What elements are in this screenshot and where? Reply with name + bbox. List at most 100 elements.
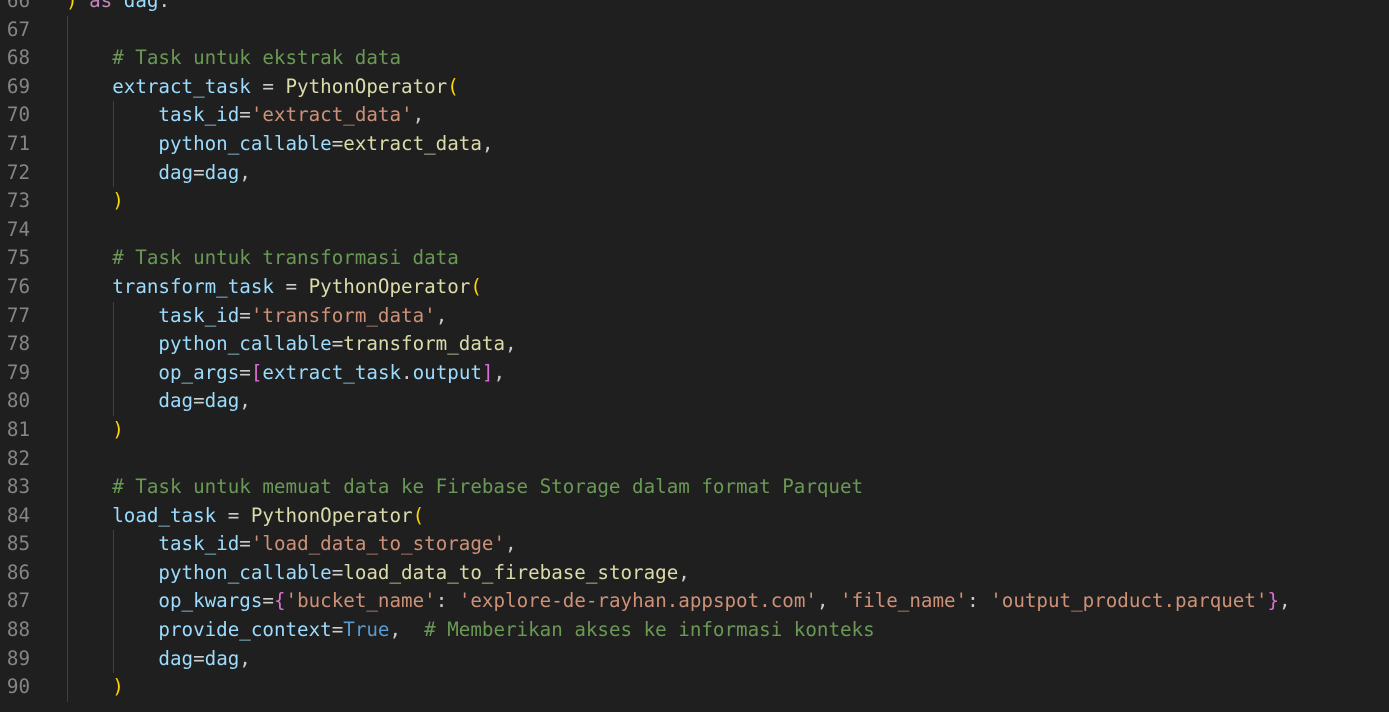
line-number: 81 bbox=[6, 417, 30, 441]
line-code: task_id='transform_data', bbox=[66, 302, 447, 331]
code-line[interactable]: 82 bbox=[0, 444, 1389, 474]
code-token: ( bbox=[412, 503, 425, 527]
line-code: load_task = PythonOperator( bbox=[66, 502, 424, 531]
code-line[interactable]: 78 python_callable=transform_data, bbox=[0, 330, 1389, 359]
line-code: # Task untuk ekstrak data bbox=[66, 44, 401, 73]
code-token: PythonOperator bbox=[250, 503, 413, 527]
line-number: 86 bbox=[6, 560, 30, 584]
code-token: dag bbox=[158, 160, 194, 184]
code-line[interactable]: 73 ) bbox=[0, 187, 1389, 216]
code-line[interactable]: 88 provide_context=True, # Memberikan ak… bbox=[0, 616, 1389, 645]
code-token: = bbox=[239, 303, 251, 327]
line-number: 84 bbox=[6, 503, 30, 527]
code-line[interactable]: 68 # Task untuk ekstrak data bbox=[0, 44, 1389, 73]
code-token: extract_task bbox=[262, 360, 402, 384]
code-token: : bbox=[967, 589, 991, 613]
code-line[interactable]: 71 python_callable=extract_data, bbox=[0, 129, 1389, 159]
code-token: = bbox=[331, 618, 344, 642]
code-token: , bbox=[239, 389, 251, 413]
line-number: 67 bbox=[6, 17, 30, 41]
line-code: # Task untuk transformasi data bbox=[66, 244, 459, 273]
code-token: = bbox=[193, 160, 205, 184]
code-token: [ bbox=[250, 360, 263, 384]
code-token: transform_data bbox=[343, 332, 505, 356]
line-code: ) as dag: bbox=[66, 0, 170, 16]
code-token: = bbox=[331, 560, 344, 584]
code-token: : bbox=[435, 589, 459, 613]
code-line[interactable]: 84 load_task = PythonOperator( bbox=[0, 501, 1389, 531]
line-number: 78 bbox=[6, 332, 30, 356]
code-line[interactable]: 75 # Task untuk transformasi data bbox=[0, 244, 1389, 273]
code-line[interactable]: 89 dag=dag, bbox=[0, 644, 1389, 674]
code-token: : bbox=[158, 0, 171, 12]
code-line[interactable]: 90 ) bbox=[0, 673, 1389, 702]
code-token: # Task untuk ekstrak data bbox=[66, 46, 402, 70]
indent-guide bbox=[67, 15, 68, 45]
code-line[interactable]: 67 bbox=[0, 15, 1389, 45]
code-token: task_id bbox=[158, 532, 240, 556]
code-token: = bbox=[273, 274, 309, 298]
code-line[interactable]: 83 # Task untuk memuat data ke Firebase … bbox=[0, 473, 1389, 502]
code-editor[interactable]: 66) as dag: 67 68 # Task untuk ekstrak dat… bbox=[0, 0, 1389, 702]
code-token: # Memberikan akses ke informasi konteks bbox=[424, 618, 875, 642]
indent-guide bbox=[67, 444, 68, 474]
line-number: 69 bbox=[6, 74, 30, 98]
code-token: 'file_name' bbox=[840, 589, 968, 613]
code-token: = bbox=[250, 74, 286, 98]
code-token: = bbox=[193, 389, 205, 413]
code-token: extract_data bbox=[343, 131, 482, 155]
code-token: True bbox=[343, 618, 390, 642]
code-token: , bbox=[239, 646, 251, 670]
code-token: = bbox=[193, 646, 205, 670]
code-token: python_callable bbox=[158, 332, 332, 356]
code-line[interactable]: 86 python_callable=load_data_to_firebase… bbox=[0, 558, 1389, 588]
code-line[interactable]: 76 transform_task = PythonOperator( bbox=[0, 272, 1389, 302]
code-line[interactable]: 69 extract_task = PythonOperator( bbox=[0, 72, 1389, 102]
line-code: transform_task = PythonOperator( bbox=[66, 273, 482, 302]
code-token: ) bbox=[112, 675, 124, 699]
code-line[interactable]: 74 bbox=[0, 215, 1389, 245]
code-token: # Task untuk transformasi data bbox=[66, 246, 459, 270]
code-line[interactable]: 66) as dag: bbox=[0, 0, 1389, 16]
line-number: 76 bbox=[6, 274, 30, 298]
code-line[interactable]: 72 dag=dag, bbox=[0, 158, 1389, 188]
code-token: PythonOperator bbox=[308, 274, 471, 298]
line-code: # Task untuk memuat data ke Firebase Sto… bbox=[66, 473, 863, 502]
code-line[interactable]: 79 op_args=[extract_task.output], bbox=[0, 358, 1389, 388]
code-token: provide_context bbox=[158, 618, 332, 642]
code-line[interactable]: 70 task_id='extract_data', bbox=[0, 101, 1389, 130]
code-token: load_data_to_firebase_storage bbox=[343, 560, 679, 584]
line-code: python_callable=extract_data, bbox=[66, 130, 493, 159]
code-token: } bbox=[1267, 589, 1280, 613]
code-token: load_task bbox=[112, 503, 217, 527]
code-line[interactable]: 87 op_kwargs={'bucket_name': 'explore-de… bbox=[0, 587, 1389, 617]
code-line[interactable]: 81 ) bbox=[0, 415, 1389, 445]
line-number: 88 bbox=[6, 618, 30, 642]
code-token: = bbox=[216, 503, 251, 527]
code-token: { bbox=[273, 589, 286, 613]
code-token: as bbox=[89, 0, 113, 12]
code-token: python_callable bbox=[158, 131, 332, 155]
code-token: ) bbox=[112, 189, 124, 213]
line-code: python_callable=load_data_to_firebase_st… bbox=[66, 559, 690, 588]
code-line[interactable]: 77 task_id='transform_data', bbox=[0, 301, 1389, 331]
code-token: , bbox=[678, 560, 690, 584]
code-token: = bbox=[239, 103, 251, 127]
code-line[interactable]: 80 dag=dag, bbox=[0, 387, 1389, 416]
code-token: dag bbox=[158, 389, 194, 413]
code-token: = bbox=[262, 589, 274, 613]
code-line[interactable]: 85 task_id='load_data_to_storage', bbox=[0, 530, 1389, 559]
line-code: dag=dag, bbox=[66, 387, 251, 416]
line-code: extract_task = PythonOperator( bbox=[66, 73, 459, 102]
